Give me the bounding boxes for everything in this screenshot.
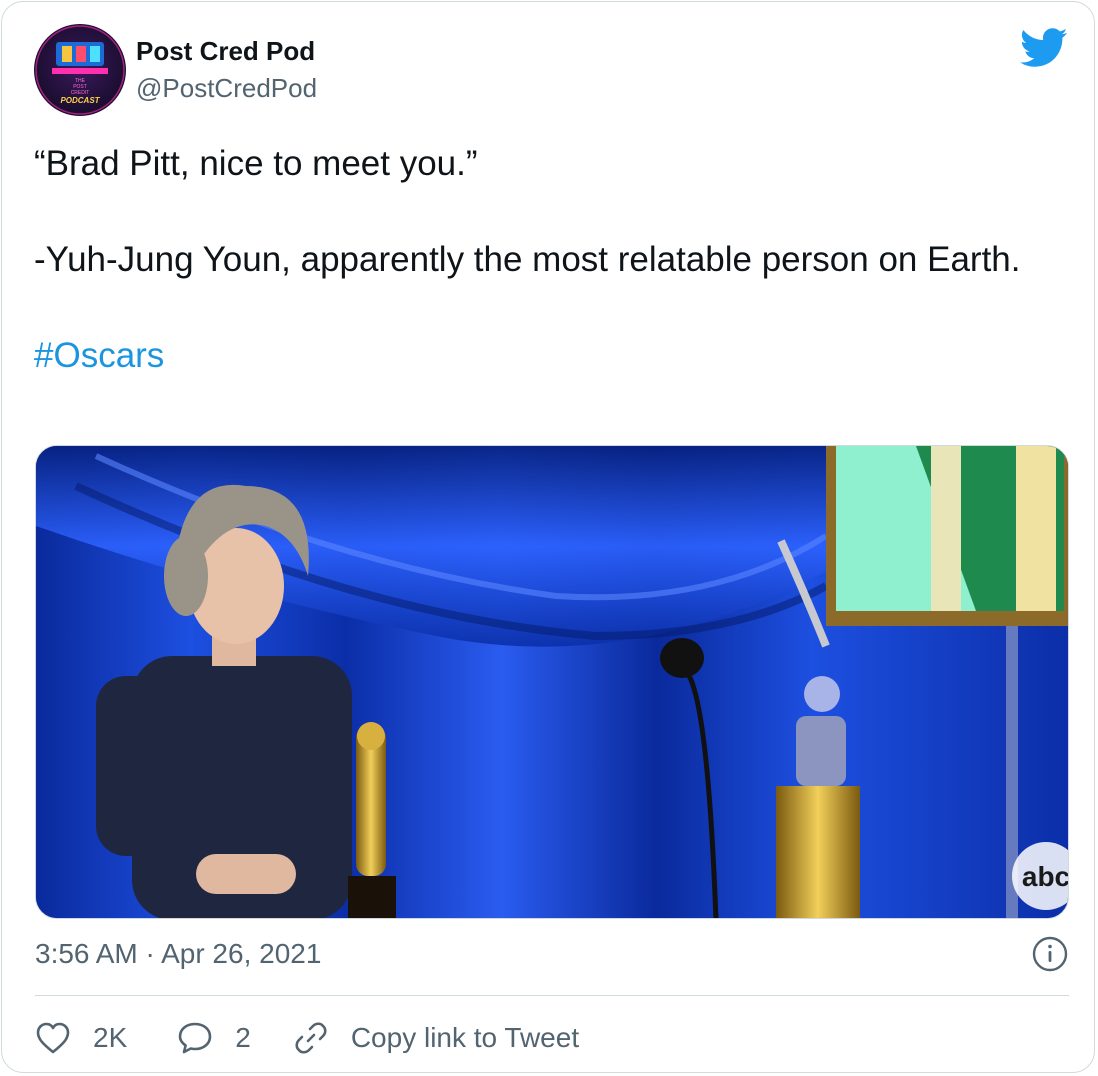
copy-link-button[interactable]: Copy link to Tweet [293, 1020, 579, 1056]
tweet-text: “Brad Pitt, nice to meet you.” -Yuh-Jung… [34, 140, 1044, 380]
abc-watermark-text: abc [1022, 861, 1069, 892]
author-handle[interactable]: @PostCredPod [136, 73, 317, 104]
reply-button[interactable]: 2 [177, 1021, 251, 1055]
info-icon[interactable] [1032, 936, 1068, 972]
hashtag-link[interactable]: #Oscars [34, 332, 1044, 380]
divider [35, 995, 1069, 996]
reply-icon [178, 1022, 212, 1054]
tweet-quote: “Brad Pitt, nice to meet you.” [34, 144, 478, 183]
like-button[interactable]: 2K [35, 1021, 127, 1055]
twitter-bird-icon[interactable] [1020, 28, 1068, 68]
avatar-logo: THE POST CREDIT PODCAST [35, 25, 125, 115]
like-count: 2K [93, 1022, 128, 1053]
avatar-text-4: PODCAST [60, 96, 100, 105]
reply-count: 2 [235, 1022, 251, 1053]
media-scene: abc [36, 446, 1069, 918]
tweet-actions: 2K 2 Copy link to Tweet [35, 1016, 579, 1060]
author-name[interactable]: Post Cred Pod [136, 36, 315, 67]
copy-link-label: Copy link to Tweet [350, 1022, 580, 1053]
tweet-timestamp[interactable]: 3:56 AM · Apr 26, 2021 [35, 938, 321, 970]
avatar[interactable]: THE POST CREDIT PODCAST [34, 24, 126, 116]
heart-icon [36, 1022, 70, 1054]
tweet-card: THE POST CREDIT PODCAST Post Cred Pod @P… [1, 1, 1095, 1073]
tweet-media-image[interactable]: abc [35, 445, 1069, 919]
link-icon [295, 1022, 327, 1054]
tweet-attribution: -Yuh-Jung Youn, apparently the most rela… [34, 240, 1021, 279]
